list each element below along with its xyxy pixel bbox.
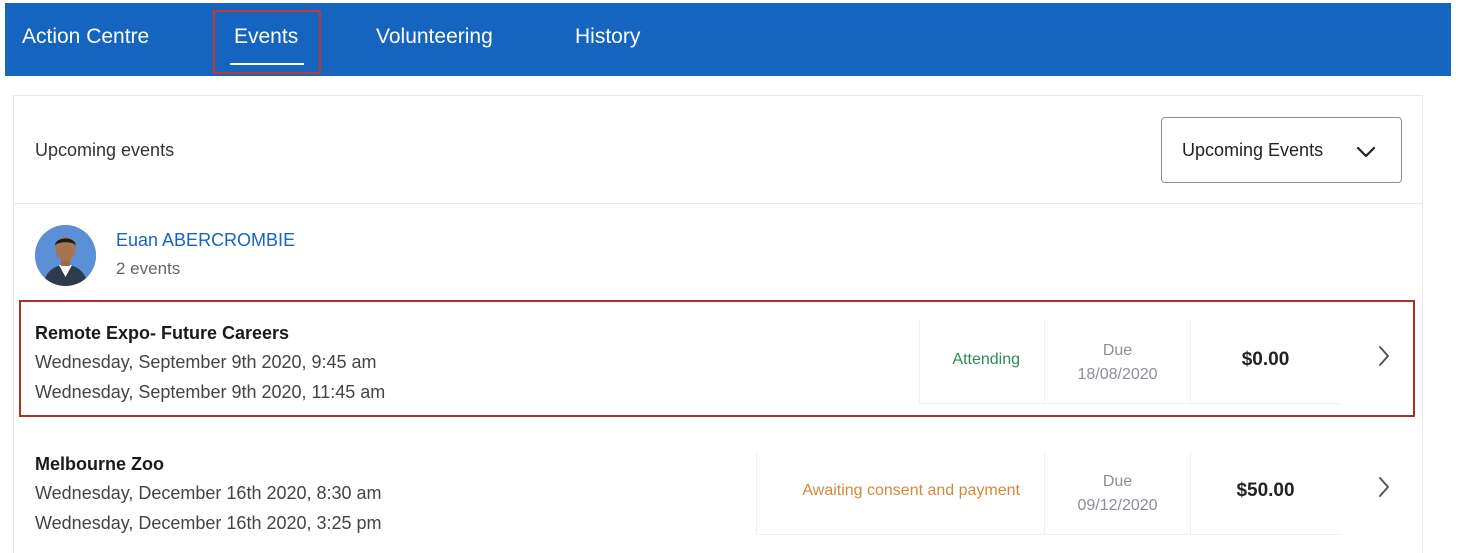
chevron-right-icon[interactable]: [1376, 475, 1392, 499]
event-title: Remote Expo- Future Careers: [35, 323, 290, 343]
student-event-count: 2 events: [116, 259, 181, 278]
event-title: Melbourne Zoo: [35, 454, 164, 474]
chevron-right-icon[interactable]: [1376, 344, 1392, 368]
event-due-cell: Due 09/12/2020: [1045, 451, 1190, 535]
person-avatar-icon: [35, 225, 96, 286]
chevron-down-icon: [1356, 146, 1376, 158]
due-label: Due: [1102, 473, 1133, 490]
due-label: Due: [1102, 342, 1133, 359]
event-start-time: Wednesday, December 16th 2020, 8:30 am: [35, 483, 382, 503]
events-tab-highlight-box: [213, 10, 321, 74]
tab-history[interactable]: History: [575, 3, 640, 76]
due-date: 09/12/2020: [1077, 497, 1158, 514]
event-row[interactable]: Melbourne Zoo Wednesday, December 16th 2…: [14, 431, 1422, 547]
tab-action-centre[interactable]: Action Centre: [22, 3, 149, 76]
user-avatar: [35, 225, 96, 286]
event-amount: $0.00: [1241, 349, 1290, 370]
filter-selected-value: Upcoming Events: [1182, 140, 1324, 160]
event-status-cell: Awaiting consent and payment: [756, 451, 1045, 535]
events-card: Upcoming events Upcoming Events Euan ABE…: [13, 95, 1423, 553]
due-date: 18/08/2020: [1077, 366, 1158, 383]
event-row[interactable]: Remote Expo- Future Careers Wednesday, S…: [14, 300, 1422, 417]
section-title: Upcoming events: [35, 140, 175, 160]
event-due-cell: Due 18/08/2020: [1045, 320, 1190, 404]
student-header: Euan ABERCROMBIE 2 events: [14, 205, 1422, 297]
card-header: Upcoming events Upcoming Events: [14, 96, 1422, 204]
event-amount-cell: $50.00: [1190, 451, 1340, 535]
event-status: Attending: [952, 351, 1020, 368]
student-name-link[interactable]: Euan ABERCROMBIE: [116, 230, 295, 251]
event-status-cell: Attending: [919, 320, 1045, 404]
tab-volunteering[interactable]: Volunteering: [376, 3, 493, 76]
event-start-time: Wednesday, September 9th 2020, 9:45 am: [35, 352, 377, 372]
events-filter-select[interactable]: Upcoming Events: [1161, 117, 1402, 183]
event-amount-cell: $0.00: [1190, 320, 1340, 404]
event-status: Awaiting consent and payment: [802, 482, 1020, 499]
event-end-time: Wednesday, December 16th 2020, 3:25 pm: [35, 513, 382, 533]
event-end-time: Wednesday, September 9th 2020, 11:45 am: [35, 382, 386, 402]
event-amount: $50.00: [1236, 480, 1295, 501]
